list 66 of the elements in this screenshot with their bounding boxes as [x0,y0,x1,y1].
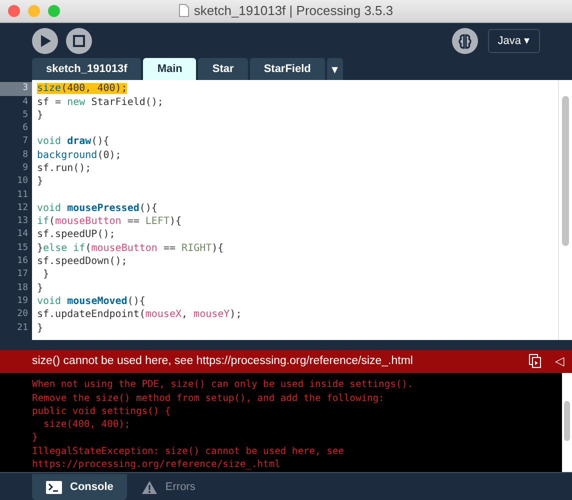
terminal-icon [46,480,62,494]
console-line: public void settings() { [32,404,172,418]
code-line: background(0); [37,150,122,161]
line-number: 11 [16,188,29,202]
code-line: void mouseMoved(){ [37,296,146,307]
line-number: 10 [16,175,29,188]
line-number: 5 [22,108,29,122]
warning-icon [142,480,158,494]
console-line: size(400, 400); [42,418,132,432]
console-line: https://processing.org/reference/size_.html [32,458,282,472]
line-number: 9 [22,162,29,175]
line-number: 18 [16,282,29,295]
code-line: sf.updateEndpoint(mouseX, mouseY); [37,309,242,320]
stop-icon [73,34,85,47]
line-number: 17 [16,268,29,282]
code-line: }else if(mouseButton == RIGHT){ [37,242,224,254]
line-number: 19 [16,294,29,308]
code-line: } [37,110,44,121]
editor-tab[interactable]: Main [143,58,196,80]
minimize-window-button[interactable] [28,4,40,17]
line-number: 7 [22,135,29,148]
console-tab[interactable]: Console [32,474,128,500]
play-icon [38,34,52,48]
document-icon [178,4,189,17]
editor-tab[interactable]: Star [198,58,248,80]
code-line: } [37,282,44,294]
line-number: 4 [22,96,29,108]
error-message: size() cannot be used here, see https://processing.org/reference/size_.html [32,355,414,368]
line-number: 14 [16,228,29,242]
debugger-button[interactable] [452,28,478,54]
editor-tab[interactable]: StarField [250,58,325,80]
code-line: sf = new StarField(); [37,96,164,108]
code-line: } [37,322,44,334]
code-line: void mousePressed(){ [37,202,158,214]
code-line: if(mouseButton == LEFT){ [37,216,182,228]
code-line: sf.run(); [37,162,92,174]
console-line: } [32,431,39,445]
line-number: 8 [22,148,29,162]
line-number: 20 [16,308,29,322]
console-line: When not using the PDE, size() can only be used inside settings(). [32,378,414,392]
line-number: 16 [16,255,29,268]
code-line: sf.speedUP(); [37,229,116,240]
line-number: 15 [16,242,29,255]
line-number: 13 [16,215,29,228]
window-title: sketch_191013f | Processing 3.5.3 [194,3,394,18]
line-number: 3 [0,82,32,96]
stop-button[interactable] [66,28,92,54]
console-line: Remove the size() method from setup(), and add the following: [32,392,386,405]
collapse-button[interactable]: ◁ [555,354,564,368]
scrollbar[interactable] [558,80,572,340]
line-number: 6 [22,122,29,136]
scrollbar[interactable] [562,373,572,472]
line-number: 12 [16,202,29,215]
run-button[interactable] [32,28,58,54]
code-line: } [37,176,44,188]
copy-icon[interactable] [529,354,541,368]
zoom-window-button[interactable] [48,4,60,17]
code-line: } [42,269,50,280]
line-number: 21 [16,322,29,335]
mode-dropdown[interactable]: Java ▾ [488,28,540,53]
tab-menu-button[interactable]: ▾ [326,58,343,80]
code-line: sf.speedDown(); [37,256,128,268]
editor-tab[interactable]: sketch_191013f [32,58,142,80]
code-line: void draw(){ [37,136,110,148]
close-window-button[interactable] [8,4,20,17]
console-line: IllegalStateException: size() cannot be used here, see [32,444,345,458]
